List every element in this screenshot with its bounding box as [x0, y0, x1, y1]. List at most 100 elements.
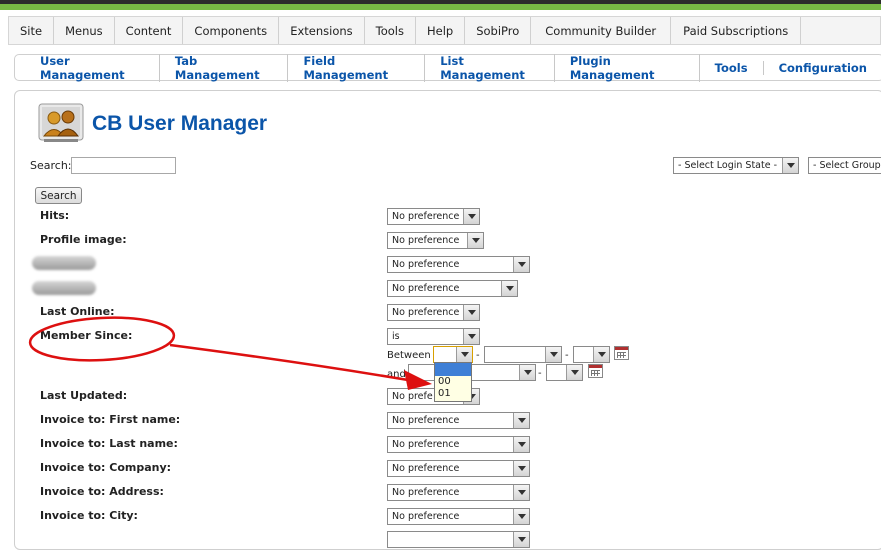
label-invoice-address: Invoice to: Address: [40, 485, 164, 498]
separator-dash: - [565, 350, 569, 361]
login-state-value: - Select Login State - [678, 160, 778, 171]
select-field-4-value: No preference [392, 283, 460, 294]
group-value: - Select Group [813, 160, 881, 171]
chevron-down-icon [782, 158, 798, 173]
select-hits-value: No preference [392, 211, 460, 222]
chevron-down-icon [456, 347, 472, 362]
label-member-since: Member Since: [40, 329, 133, 342]
chevron-down-icon [513, 257, 529, 272]
label-hits: Hits: [40, 209, 70, 222]
and-label: and [387, 369, 406, 380]
top-bar-accent [0, 4, 881, 10]
chevron-down-icon [513, 461, 529, 476]
label-invoice-first-name: Invoice to: First name: [40, 413, 181, 426]
and-date-select[interactable] [463, 364, 536, 381]
select-last-updated-value: No prefe [392, 391, 433, 402]
select-invoice-city-value: No preference [392, 511, 460, 522]
chevron-down-icon [501, 281, 517, 296]
dropdown-option[interactable]: 00 [435, 376, 471, 388]
chevron-down-icon [463, 305, 479, 320]
menu-site[interactable]: Site [9, 17, 55, 44]
menu-content[interactable]: Content [115, 17, 184, 44]
search-input[interactable] [71, 157, 176, 174]
label-invoice-last-name: Invoice to: Last name: [40, 437, 178, 450]
between-label: Between [387, 350, 431, 361]
menu-paid-subscriptions[interactable]: Paid Subscriptions [671, 17, 802, 44]
menu-help[interactable]: Help [416, 17, 466, 44]
blurred-label [32, 256, 96, 270]
separator-dash: - [538, 368, 542, 379]
between-date-select[interactable] [484, 346, 562, 363]
chevron-down-icon [513, 532, 529, 547]
chevron-down-icon [463, 209, 479, 224]
chevron-down-icon [513, 437, 529, 452]
menu-extensions[interactable]: Extensions [279, 17, 365, 44]
select-invoice-company-value: No preference [392, 463, 460, 474]
main-menu: Site Menus Content Components Extensions… [8, 16, 881, 45]
calendar-icon[interactable] [614, 346, 629, 360]
select-invoice-first-name[interactable]: No preference [387, 412, 530, 429]
label-profile-image: Profile image: [40, 233, 127, 246]
and-min-select[interactable] [546, 364, 583, 381]
select-last-online-value: No preference [392, 307, 460, 318]
chevron-down-icon [593, 347, 609, 362]
select-invoice-last-name-value: No preference [392, 439, 460, 450]
label-last-updated: Last Updated: [40, 389, 128, 402]
menu-community-builder[interactable]: Community Builder [531, 17, 672, 44]
users-icon [38, 103, 84, 142]
menu-tools[interactable]: Tools [365, 17, 416, 44]
chevron-down-icon [513, 509, 529, 524]
submenu-list-management[interactable]: List Management [425, 53, 555, 82]
select-invoice-address-value: No preference [392, 487, 460, 498]
select-field-4[interactable]: No preference [387, 280, 518, 297]
group-select[interactable]: - Select Group [808, 157, 881, 174]
label-invoice-company: Invoice to: Company: [40, 461, 172, 474]
chevron-down-icon [566, 365, 582, 380]
blurred-label [32, 281, 96, 295]
label-invoice-city: Invoice to: City: [40, 509, 138, 522]
calendar-icon[interactable] [588, 364, 603, 378]
select-field-3-value: No preference [392, 259, 460, 270]
chevron-down-icon [513, 413, 529, 428]
separator-dash: - [476, 350, 480, 361]
page-title: CB User Manager [92, 112, 268, 135]
menu-menus[interactable]: Menus [54, 17, 115, 44]
menu-components[interactable]: Components [183, 17, 280, 44]
select-invoice-address[interactable]: No preference [387, 484, 530, 501]
select-field-3[interactable]: No preference [387, 256, 530, 273]
chevron-down-icon [463, 329, 479, 344]
submenu-tools[interactable]: Tools [700, 60, 764, 75]
submenu-plugin-management[interactable]: Plugin Management [555, 53, 700, 82]
select-last-online[interactable]: No preference [387, 304, 480, 321]
select-profile-image[interactable]: No preference [387, 232, 484, 249]
chevron-down-icon [467, 233, 483, 248]
menu-sobipro[interactable]: SobiPro [465, 17, 532, 44]
hour-dropdown-list: 00 01 [434, 362, 472, 402]
select-invoice-last-name[interactable]: No preference [387, 436, 530, 453]
submenu-user-management[interactable]: User Management [25, 53, 160, 82]
and-hour-select[interactable] [408, 364, 436, 381]
select-partial-row[interactable] [387, 531, 530, 548]
select-profile-image-value: No preference [392, 235, 460, 246]
between-hour-select[interactable] [433, 346, 473, 363]
submenu-tab-management[interactable]: Tab Management [160, 53, 289, 82]
select-invoice-first-name-value: No preference [392, 415, 460, 426]
select-invoice-company[interactable]: No preference [387, 460, 530, 477]
login-state-select[interactable]: - Select Login State - [673, 157, 799, 174]
dropdown-option[interactable]: 01 [435, 388, 471, 400]
chevron-down-icon [545, 347, 561, 362]
select-member-since-operator[interactable]: is [387, 328, 480, 345]
select-hits[interactable]: No preference [387, 208, 480, 225]
dropdown-highlight[interactable] [435, 363, 471, 376]
between-min-select[interactable] [573, 346, 610, 363]
top-bar [0, 0, 881, 10]
submenu-field-management[interactable]: Field Management [288, 53, 426, 82]
label-last-online: Last Online: [40, 305, 115, 318]
select-member-since-operator-value: is [392, 331, 400, 342]
search-label: Search: [30, 159, 72, 172]
chevron-down-icon [519, 365, 535, 380]
search-button[interactable]: Search [35, 187, 82, 204]
sub-menu: User Management Tab Management Field Man… [14, 53, 881, 82]
submenu-configuration[interactable]: Configuration [764, 61, 881, 75]
select-invoice-city[interactable]: No preference [387, 508, 530, 525]
